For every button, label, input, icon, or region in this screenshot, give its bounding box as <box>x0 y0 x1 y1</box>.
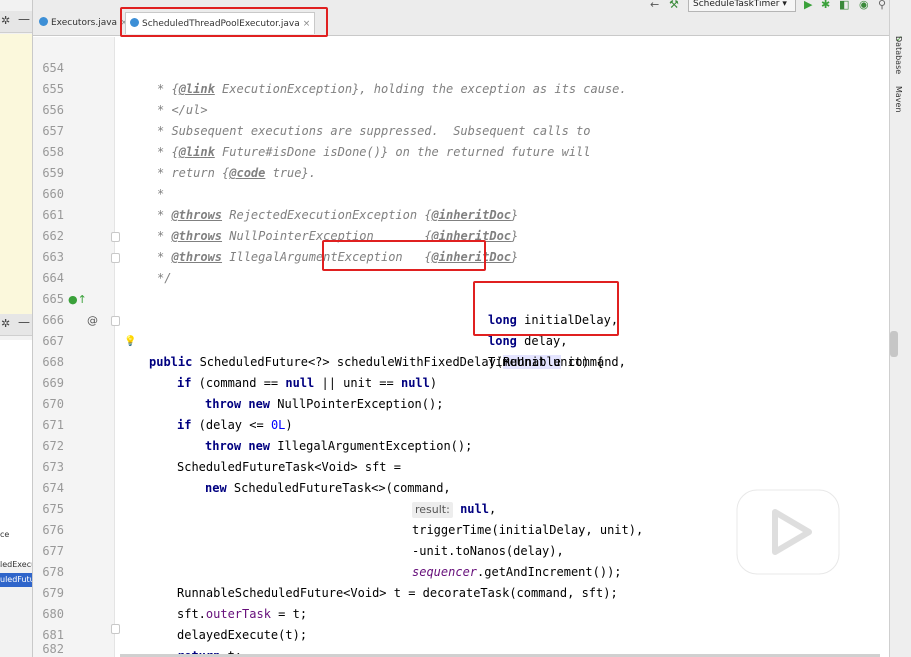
annotation-box-method-name <box>322 240 486 271</box>
maven-tool-button[interactable]: Maven <box>894 86 903 113</box>
fold-marker[interactable] <box>111 253 120 263</box>
code-line[interactable]: 667 TimeUnit unit) { <box>0 310 856 369</box>
build-hammer-icon[interactable]: ⚒ <box>669 0 679 11</box>
profile-icon[interactable]: ◉ <box>859 0 869 11</box>
code-line[interactable]: 677 sequencer.getAndIncrement()); <box>0 520 856 579</box>
code-line[interactable]: 672 ScheduledFutureTask<Void> sft = <box>0 415 856 474</box>
database-tool-button[interactable]: Database <box>894 36 903 74</box>
code-line[interactable]: 666 long delay, <box>0 289 856 348</box>
code-line[interactable]: 668 if (command == null || unit == null) <box>0 331 856 390</box>
code-line[interactable]: 674 result: null, <box>0 457 856 518</box>
fold-marker[interactable] <box>111 624 120 634</box>
debug-icon[interactable]: ✱ <box>821 0 830 11</box>
code-line[interactable]: 675 triggerTime(initialDelay, unit), <box>0 478 856 537</box>
right-tool-strip: ✓ Database Maven <box>889 0 911 657</box>
java-class-icon <box>39 17 48 26</box>
search-icon[interactable]: ⚲ <box>878 0 886 11</box>
gear-icon[interactable]: ✲ <box>1 14 10 27</box>
code-line[interactable]: 665 long initialDelay, <box>0 268 856 327</box>
run-icon[interactable]: ▶ <box>804 0 812 11</box>
code-line[interactable]: 669 throw new NullPointerException(); <box>0 352 856 411</box>
coverage-icon[interactable]: ◧ <box>839 0 849 11</box>
code-line[interactable]: 670 if (delay <= 0L) <box>0 373 856 432</box>
annotation-box-parameters <box>473 281 619 336</box>
code-line[interactable]: 673 new ScheduledFutureTask<>(command, <box>0 436 856 495</box>
code-line[interactable]: 662 * @throws IllegalArgumentException {… <box>0 205 856 264</box>
code-line[interactable]: 656 * Subsequent executions are suppress… <box>0 79 856 138</box>
vertical-scrollbar-thumb[interactable] <box>890 331 898 357</box>
tab-label: Executors.java <box>51 18 118 28</box>
tab-executors[interactable]: Executors.java × <box>35 12 132 34</box>
code-line[interactable]: 679 sft.outerTask = t; <box>0 562 856 621</box>
project-panel-header: ✲ — <box>0 11 32 33</box>
video-player-icon <box>736 473 840 575</box>
code-line[interactable]: 654 * {@link ExecutionException}, holdin… <box>0 37 856 96</box>
code-line[interactable]: 657 * {@link Future#isDone isDone()} on … <box>0 100 856 159</box>
minimize-icon[interactable]: — <box>18 12 30 26</box>
code-line[interactable]: 655 * </ul> <box>0 58 856 117</box>
annotation-box-active-tab <box>120 7 328 37</box>
code-line[interactable]: 671 throw new IllegalArgumentException()… <box>0 394 856 453</box>
code-line[interactable]: 678 RunnableScheduledFuture<Void> t = de… <box>0 541 856 600</box>
run-configuration-select[interactable]: ScheduleTaskTimer ▾ <box>688 0 796 12</box>
code-line[interactable]: 659 * <box>0 142 856 201</box>
fold-marker[interactable] <box>111 316 120 326</box>
code-line[interactable]: 660 * @throws RejectedExecutionException… <box>0 163 856 222</box>
code-line[interactable]: 676 -unit.toNanos(delay), <box>0 499 856 558</box>
fold-marker[interactable] <box>111 232 120 242</box>
code-line[interactable]: 658 * return {@code true}. <box>0 121 856 180</box>
code-line[interactable]: 680 delayedExecute(t); <box>0 583 856 642</box>
code-line[interactable]: 661 * @throws NullPointerException {@inh… <box>0 184 856 243</box>
code-line[interactable]: 682 } <box>0 618 856 656</box>
back-icon[interactable]: ← <box>650 0 659 11</box>
